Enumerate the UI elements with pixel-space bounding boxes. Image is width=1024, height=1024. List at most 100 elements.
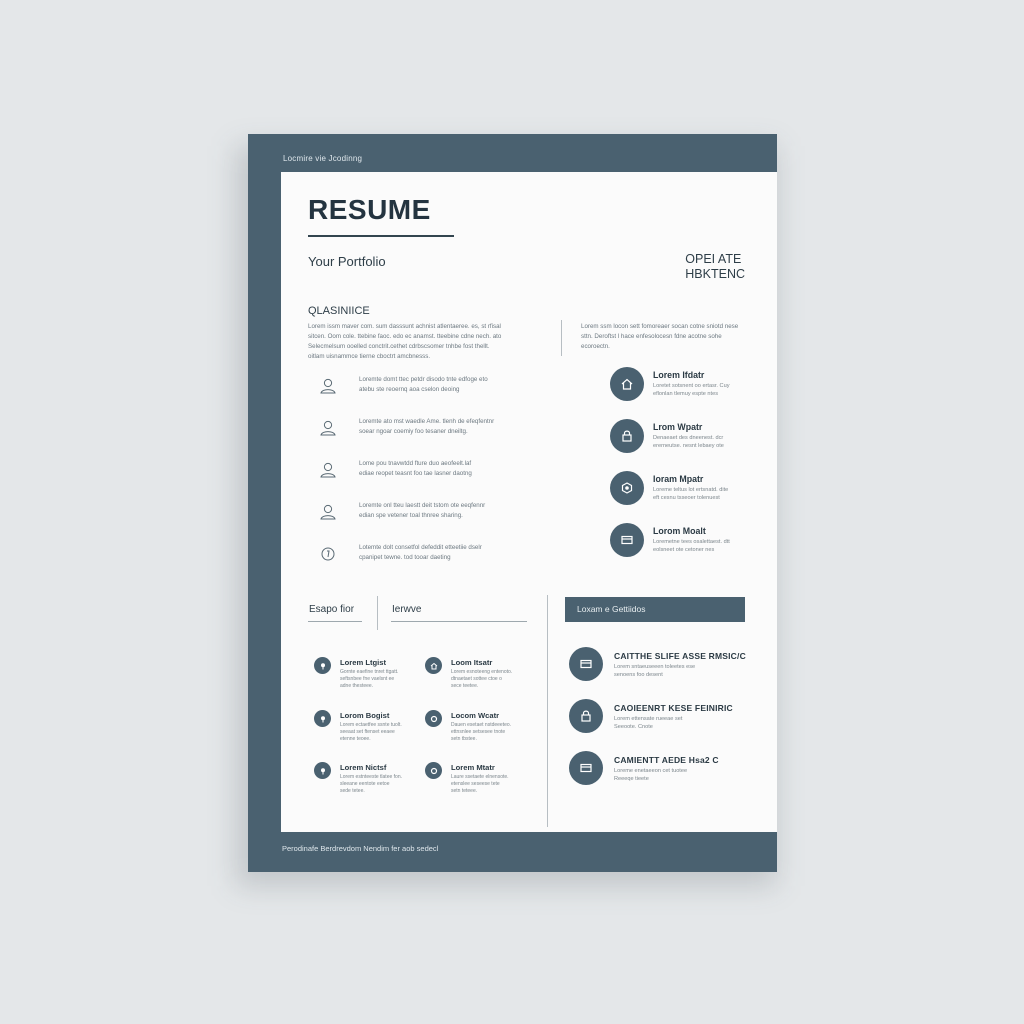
item-text: Loremetne tees osalettaest. dtt: [653, 539, 730, 545]
card-icon: [569, 647, 603, 681]
list-item: CAOIEENRT KESE FEINIRIC Lorem ettensate …: [569, 699, 749, 751]
item-text: eolsneet ote cetoner nes: [653, 547, 715, 553]
title-underline: [308, 235, 454, 237]
item-title: Ioram Mpatr: [653, 474, 704, 484]
item-text: etenslee seseese tete: [451, 781, 500, 787]
list-item: Lorom Moalt Loremetne tees osalettaest. …: [610, 523, 730, 575]
header-right-block: OPEI ATE HBKTENC: [685, 252, 745, 282]
left-item-list: Loremte domt ttec petdr disodo tnte edfo…: [319, 376, 494, 587]
frame-bottom-label: Perodinafe Berdrevdom Nendim fer aob sed…: [282, 844, 439, 853]
summary-right-text: Lorem ssm locon sett fomoreaer socan cot…: [581, 322, 751, 352]
list-item-line: Loremte ato mst waedle Ame. tlenh de efe…: [359, 418, 495, 425]
list-item-line: Loremte onl tteu laestt deit tstom ote e…: [359, 502, 486, 509]
list-item-line: Lotemte dolt consetfol defeddit etteetii…: [359, 544, 482, 551]
item-text: seeaat set ftenset eeaee: [340, 729, 395, 735]
cert-title: CAMIENTT AEDE Hsa2 C: [614, 755, 719, 765]
item-text: Laure ssetaete elnensote.: [451, 774, 509, 780]
item-text: ererneutse. nesnt lebaey ote: [653, 443, 724, 449]
item-text: sleeane eentote eetoe: [340, 781, 390, 787]
cert-text: Seeoote. Cnote: [614, 724, 653, 730]
item-text: setn teteee.: [451, 788, 478, 794]
item-text: sede tetee.: [340, 788, 365, 794]
item-title: Locom Wcatr: [451, 711, 500, 720]
list-item: Loremte domt ttec petdr disodo tnte edfo…: [319, 376, 488, 419]
page-title: RESUME: [308, 194, 431, 225]
list-item: Lotemte dolt consetfol defeddit etteetii…: [319, 544, 482, 587]
card-icon: [610, 523, 644, 557]
item-text: ettnsnlee setsesee tnote: [451, 729, 506, 735]
frame-top-label: Locmire vie Jcodinng: [283, 154, 363, 163]
item-text: dtnaetaet sottee ctoe o: [451, 676, 502, 682]
item-text: eflonlan tlemuy espte ntes: [653, 391, 718, 397]
item-text: Lorem esnoteeng entenoto.: [451, 669, 513, 675]
summary-left-line: oitlam uisnammce tierne cboctrt amcbness…: [308, 353, 431, 360]
item-text: Lorem estnteeste tlatee fon.: [340, 774, 402, 780]
summary-divider: [561, 320, 562, 356]
list-item-line: Loremte domt ttec petdr disodo tnte edfo…: [359, 376, 488, 383]
lock-icon: [569, 699, 603, 733]
house-icon: [425, 657, 442, 674]
page-subtitle: Your Portfolio: [308, 254, 386, 269]
list-item-line: cpanipet tewne. tod tooar daeting: [359, 554, 451, 561]
list-item: CAITTHE SLIFE ASSE RMSIC/C Lorem sntaeus…: [569, 647, 749, 699]
item-text: sece teetee.: [451, 683, 479, 689]
gear-icon: [425, 710, 442, 727]
item-title: Lorem Mtatr: [451, 763, 495, 772]
item-text: Dauen esetaet nstdeeeteo.: [451, 722, 512, 728]
list-item-line: ediae reopet teasnt foo tae lasner daotn…: [359, 470, 472, 477]
lock-icon: [610, 419, 644, 453]
section-tab-1: Esapo fior: [309, 604, 355, 615]
summary-left-text: Lorem issm maver com. sum dasssunt achni…: [308, 322, 540, 362]
item-title: Loom Itsatr: [451, 658, 493, 667]
resume-page: RESUME Your Portfolio OPEI ATE HBKTENC Q…: [281, 172, 777, 832]
item-text: Denaeaet des dneenest. dcr: [653, 435, 724, 441]
person-outline-icon: [320, 462, 336, 478]
item-text: Loretet sotsnent oo ertasr. Cuy: [653, 383, 730, 389]
section-tab-2-underline: [391, 621, 527, 622]
bottom-column-divider: [547, 595, 548, 827]
item-title: Lorem Nictsf: [340, 763, 387, 772]
list-item-line: edian spe vetener toal thnree sharing.: [359, 512, 463, 519]
house-icon: [610, 367, 644, 401]
list-item: Loremte ato mst waedle Ame. tlenh de efe…: [319, 418, 494, 461]
section-tab-2: Ierwve: [392, 604, 422, 615]
item-text: Loreme teltus lot ertsnatd. dite: [653, 487, 729, 493]
cert-text: senoens foo desent: [614, 672, 663, 678]
certifications-list: CAITTHE SLIFE ASSE RMSIC/C Lorem sntaeus…: [569, 647, 749, 803]
person-outline-icon: [320, 504, 336, 520]
section-tab-divider: [377, 596, 378, 630]
summary-right-line: Lorem ssm locon sett fomoreaer socan cot…: [581, 323, 739, 330]
item-title: Lorem Ltgist: [340, 658, 386, 667]
summary-left-line: sitcen. Oom cole. ttebine faoc. edo ec a…: [308, 333, 502, 340]
item-text: seftsnbee fne vaelsnt ee: [340, 676, 395, 682]
summary-left-line: Lorem issm maver com. sum dasssunt achni…: [308, 323, 501, 330]
item-text: etenne teoee.: [340, 736, 371, 742]
cert-text: Lorem ettensate rueeae set: [614, 716, 683, 722]
circle-outline-icon: [321, 547, 335, 561]
card-icon: [569, 751, 603, 785]
header-right-line2: HBKTENC: [685, 267, 745, 281]
list-item: Lorem Ifdatr Loretet sotsnent oo ertasr.…: [610, 367, 730, 419]
item-title: Lorem Ifdatr: [653, 370, 705, 380]
cert-text: Lorem sntaeuseeen toleetes ese: [614, 664, 696, 670]
resume-frame: Locmire vie Jcodinng Perodinafe Berdrevd…: [248, 134, 777, 872]
item-text: eft cesnu tsseoer tolenuest: [653, 495, 720, 501]
summary-heading: QLASINIICE: [308, 305, 370, 317]
section-tab-1-underline: [308, 621, 362, 622]
item-title: Lorom Moalt: [653, 526, 706, 536]
item-title: Lrom Wpatr: [653, 422, 703, 432]
item-text: setn tbstee.: [451, 736, 477, 742]
certifications-banner: Loxam e Gettiidos: [565, 597, 745, 622]
badge-icon: [610, 471, 644, 505]
list-item: CAMIENTT AEDE Hsa2 C Loreme enetaeeon ce…: [569, 751, 749, 803]
gear-icon: [425, 762, 442, 779]
pin-icon: [314, 710, 331, 727]
summary-right-line: sttn. Deroftst l hace enfesolocesn fdne …: [581, 333, 722, 340]
cert-text: Reeeqe tieete: [614, 776, 649, 782]
list-item-line: soear ngoar coemiy foo tesaner dneiltg.: [359, 428, 468, 435]
person-outline-icon: [320, 378, 336, 394]
header-right-line1: OPEI ATE: [685, 252, 742, 266]
list-item: Loremte onl tteu laestt deit tstom ote e…: [319, 502, 485, 545]
person-outline-icon: [320, 420, 336, 436]
item-text: Lorem ectaetfee ssnte tuolt.: [340, 722, 402, 728]
